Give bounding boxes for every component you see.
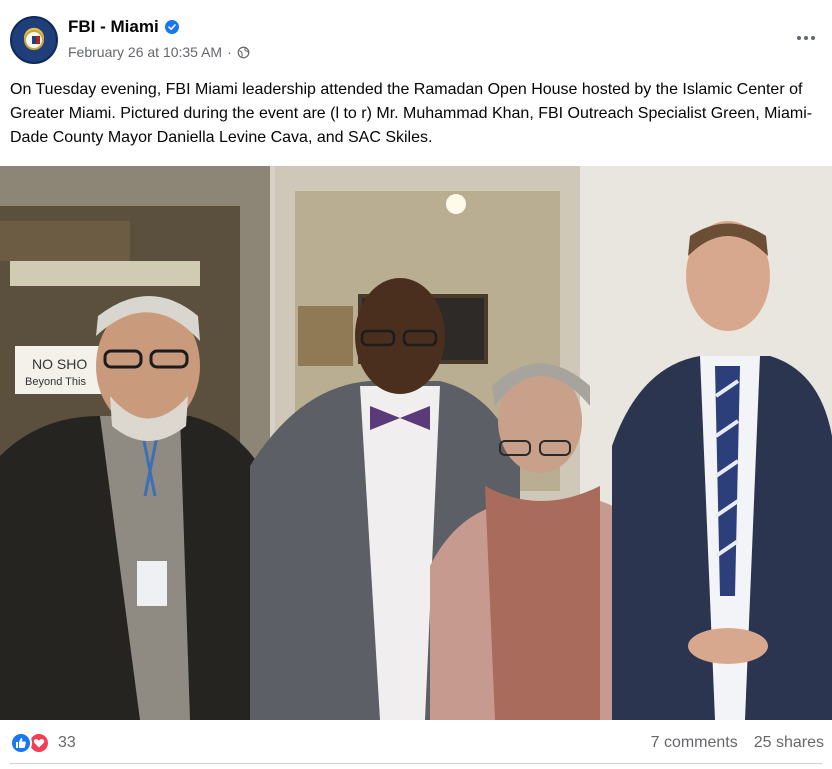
post-meta: February 26 at 10:35 AM · [68,44,250,60]
page-name[interactable]: FBI - Miami [68,17,159,37]
post-header: FBI - Miami February 26 at 10:35 AM · [0,0,832,70]
reaction-count: 33 [58,734,76,751]
reactions-summary[interactable]: 33 [10,732,76,754]
verified-badge-icon [164,20,179,34]
post-text: On Tuesday evening, FBI Miami leadership… [10,81,813,146]
comments-count-link[interactable]: 7 comments [651,734,738,752]
post-timestamp[interactable]: February 26 at 10:35 AM [68,44,222,60]
like-icon [10,732,32,754]
sign-text-1: NO SHO [32,356,87,372]
post-photo[interactable]: NO SHO Beyond This [0,166,832,720]
sign-text-2: Beyond This [25,376,86,388]
post-footer: 33 7 comments 25 shares [0,722,832,766]
page-name-row: FBI - Miami [68,17,179,37]
shares-count-link[interactable]: 25 shares [754,734,824,752]
photo-scene: NO SHO Beyond This [0,166,832,720]
meta-separator: · [227,44,232,60]
globe-icon[interactable] [237,46,250,59]
footer-divider [10,763,822,764]
more-options-icon[interactable] [792,26,820,50]
engagement-counts: 7 comments 25 shares [651,734,824,752]
page-avatar[interactable] [10,16,58,64]
